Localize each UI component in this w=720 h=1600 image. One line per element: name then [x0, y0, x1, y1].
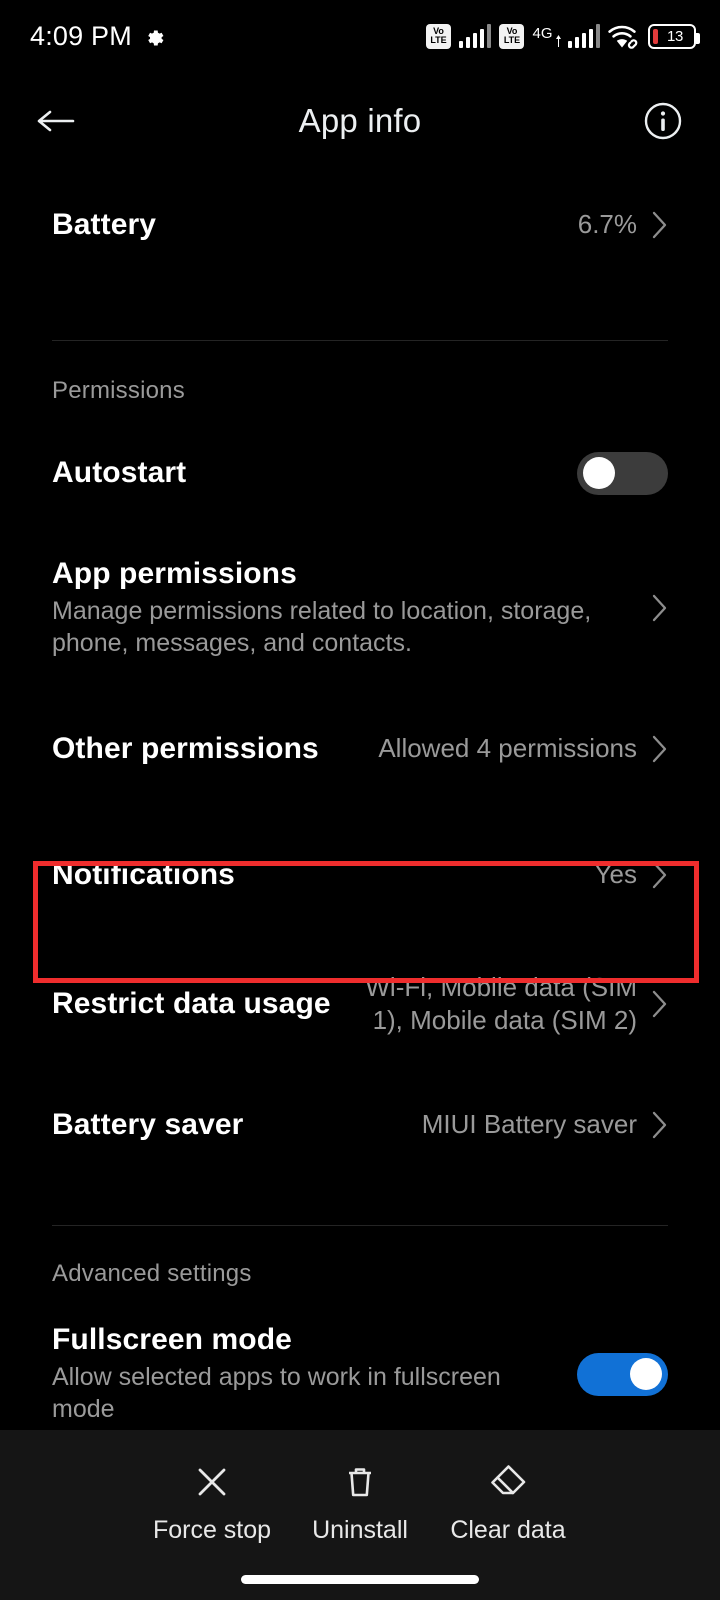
action-label: Force stop: [152, 1516, 272, 1544]
signal-bars-sim2: [567, 24, 600, 48]
network-type-indicator: 4G: [532, 24, 600, 48]
network-type-label: 4G: [532, 25, 553, 42]
info-icon[interactable]: [642, 100, 684, 142]
section-header-permissions: Permissions: [52, 377, 185, 404]
chevron-right-icon: [652, 735, 667, 763]
action-label: Uninstall: [312, 1516, 408, 1544]
row-title: Restrict data usage: [52, 987, 331, 1020]
section-header-advanced: Advanced settings: [52, 1260, 252, 1287]
row-title: Notifications: [52, 858, 235, 891]
row-value: Wi-Fi, Mobile data (SIM 1), Mobile data …: [365, 971, 637, 1035]
row-value: 6.7%: [577, 209, 637, 240]
status-bar-right: Vo LTE Vo LTE 4G 13: [425, 23, 700, 49]
row-text: Fullscreen mode Allow selected apps to w…: [52, 1323, 563, 1425]
volte-icon-sim2: Vo LTE: [499, 23, 525, 49]
row-text: Restrict data usage: [52, 987, 357, 1021]
row-restrict-data-usage[interactable]: Restrict data usage Wi-Fi, Mobile data (…: [0, 949, 720, 1059]
app-bar: App info: [0, 72, 720, 170]
row-battery-saver[interactable]: Battery saver MIUI Battery saver: [0, 1077, 720, 1173]
row-subtitle: Allow selected apps to work in fullscree…: [52, 1363, 501, 1423]
home-indicator[interactable]: [241, 1575, 479, 1584]
row-text: Autostart: [52, 456, 563, 490]
volte-bottom-text: LTE: [430, 35, 447, 45]
row-title: Autostart: [52, 456, 187, 489]
row-title: Other permissions: [52, 732, 319, 765]
row-title: Battery saver: [52, 1108, 244, 1141]
row-value: MIUI Battery saver: [421, 1109, 637, 1140]
row-value: Yes: [594, 859, 637, 890]
row-title: Fullscreen mode: [52, 1323, 292, 1356]
row-other-permissions[interactable]: Other permissions Allowed 4 permissions: [0, 701, 720, 797]
data-transfer-icon: [555, 35, 561, 47]
row-text: Other permissions: [52, 732, 378, 766]
volte-icon-sim1: Vo LTE: [425, 23, 451, 49]
uninstall-button[interactable]: Uninstall: [286, 1462, 434, 1545]
gear-icon: [148, 30, 164, 46]
status-clock: 4:09 PM: [30, 20, 132, 51]
back-arrow-icon[interactable]: [36, 106, 82, 136]
row-text: App permissions Manage permissions relat…: [52, 557, 637, 659]
row-title: Battery: [52, 208, 157, 241]
autostart-toggle[interactable]: [577, 451, 668, 495]
chevron-right-icon: [652, 990, 667, 1018]
volte-bottom-text: LTE: [503, 35, 521, 45]
trash-icon: [349, 1468, 371, 1497]
wifi-icon: [608, 25, 638, 49]
row-autostart[interactable]: Autostart: [0, 425, 720, 521]
battery-indicator: 13: [648, 23, 700, 49]
battery-level-fill: [653, 28, 658, 44]
chevron-right-icon: [652, 1111, 667, 1139]
chevron-right-icon: [652, 861, 667, 889]
row-app-permissions[interactable]: App permissions Manage permissions relat…: [0, 543, 720, 673]
app-info-screen: 4:09 PM Vo LTE Vo LTE 4G 13 App info Bat…: [0, 0, 720, 1600]
row-text: Battery saver: [52, 1108, 422, 1142]
force-stop-button[interactable]: Force stop: [138, 1462, 286, 1545]
signal-bars-sim1: [458, 24, 492, 48]
row-subtitle: Manage permissions related to location, …: [52, 597, 592, 657]
chevron-right-icon: [652, 594, 667, 622]
row-text: Notifications: [52, 858, 595, 892]
row-text: Battery: [52, 208, 578, 242]
eraser-icon: [491, 1465, 526, 1495]
row-fullscreen-mode[interactable]: Fullscreen mode Allow selected apps to w…: [0, 1310, 720, 1438]
clear-data-button[interactable]: Clear data: [434, 1462, 582, 1545]
toggle-knob: [630, 1358, 662, 1390]
battery-percent-text: 13: [666, 27, 684, 45]
fullscreen-mode-toggle[interactable]: [577, 1352, 668, 1396]
toggle-knob: [583, 457, 615, 489]
action-label: Clear data: [450, 1516, 566, 1544]
row-value: Allowed 4 permissions: [378, 733, 637, 764]
settings-list: Battery 6.7% Permissions Autostart App p…: [0, 170, 720, 1592]
row-battery[interactable]: Battery 6.7%: [0, 170, 720, 280]
row-title: App permissions: [52, 557, 297, 590]
page-title: App info: [298, 102, 422, 139]
status-bar: 4:09 PM Vo LTE Vo LTE 4G 13: [0, 0, 720, 72]
status-bar-left: 4:09 PM: [30, 21, 165, 52]
close-x-icon: [198, 1468, 226, 1496]
row-notifications[interactable]: Notifications Yes: [0, 827, 720, 923]
chevron-right-icon: [652, 211, 667, 239]
